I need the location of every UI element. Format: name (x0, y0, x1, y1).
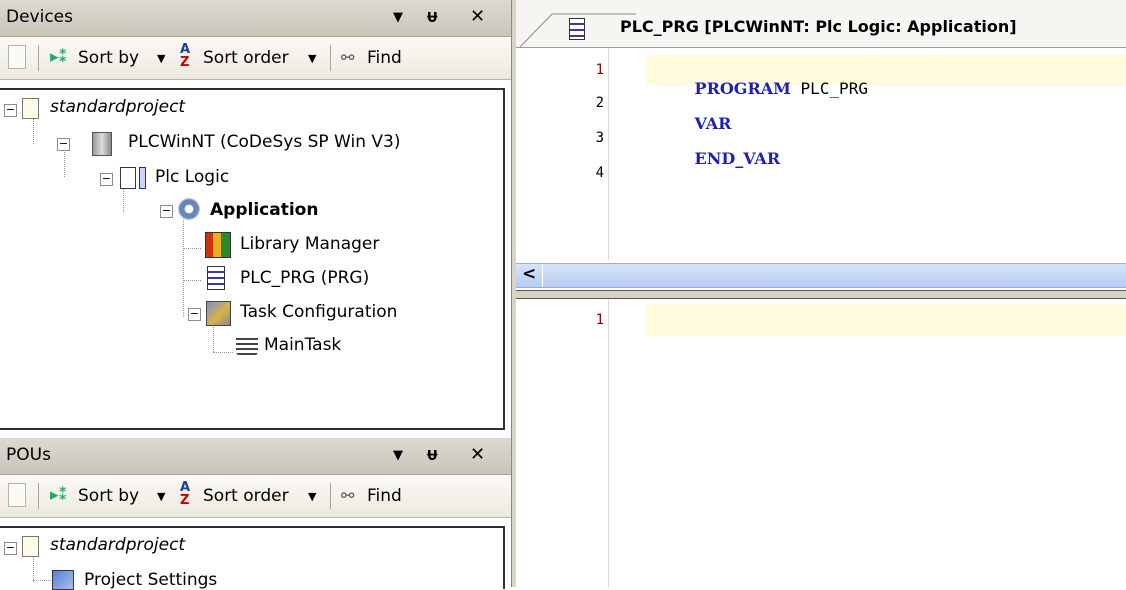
sort-icon: ▸⁑ (50, 485, 68, 505)
sort-order-dropdown-icon[interactable]: ▼ (308, 490, 316, 503)
sort-order-icon: AZ (180, 480, 191, 508)
code-body[interactable] (646, 304, 1126, 587)
line-number: 2 (595, 95, 604, 111)
new-object-icon[interactable] (8, 45, 26, 69)
close-icon[interactable]: ✕ (470, 6, 485, 27)
collapse-toggle[interactable]: − (4, 542, 17, 555)
collapse-toggle[interactable]: − (4, 104, 17, 117)
tree-line (213, 352, 233, 353)
application-gear-icon (178, 198, 200, 220)
project-icon (22, 98, 39, 119)
editor-pane: PLC_PRG [PLCWinNT: Plc Logic: Applicatio… (516, 0, 1126, 587)
tree-node-project-settings[interactable]: Project Settings (84, 570, 217, 590)
gutter-divider (608, 48, 609, 260)
tree-node-library-manager[interactable]: Library Manager (240, 234, 379, 254)
find-icon: ⚯ (341, 48, 355, 67)
keyword: END_VAR (694, 149, 781, 168)
new-object-icon[interactable] (8, 483, 26, 507)
collapse-toggle[interactable]: − (160, 205, 173, 218)
pin-icon[interactable]: ᵾ (427, 444, 437, 465)
line-number: 1 (595, 62, 604, 78)
identifier: PLC_PRG (790, 79, 868, 98)
devices-toolbar: ▸⁑ Sort by ▼ AZ Sort order ▼ ⚯ Find (0, 37, 511, 80)
find-button[interactable]: Find (367, 48, 402, 68)
sort-by-dropdown-icon[interactable]: ▼ (157, 52, 165, 65)
tree-line (183, 248, 201, 249)
horizontal-splitter[interactable] (516, 290, 1126, 299)
library-books-icon (205, 232, 231, 258)
sort-order-button[interactable]: Sort order (203, 486, 289, 506)
close-icon[interactable]: ✕ (470, 444, 485, 465)
find-button[interactable]: Find (367, 486, 402, 506)
pou-document-icon (207, 266, 225, 290)
collapse-toggle[interactable]: − (188, 308, 201, 321)
tree-line (183, 212, 184, 317)
devices-titlebar: Devices ▼ ᵾ ✕ (0, 0, 511, 37)
tree-node-application[interactable]: Application (210, 200, 318, 220)
dropdown-icon[interactable]: ▼ (393, 10, 403, 25)
tree-node-task-configuration[interactable]: Task Configuration (240, 302, 397, 322)
tree-node-maintask[interactable]: MainTask (264, 335, 341, 355)
toolbar-separator (38, 483, 39, 509)
project-icon (22, 536, 39, 557)
toolbar-separator (38, 45, 39, 71)
devices-tree: − standardproject − PLCWinNT (CoDeSys SP… (0, 88, 505, 430)
tree-line (183, 280, 201, 281)
pous-panel: POUs ▼ ᵾ ✕ ▸⁑ Sort by ▼ AZ Sort order ▼ … (0, 438, 511, 590)
tree-line (33, 580, 51, 581)
pous-title: POUs (6, 445, 51, 465)
sort-order-button[interactable]: Sort order (203, 48, 289, 68)
tree-node-device[interactable]: PLCWinNT (CoDeSys SP Win V3) (128, 132, 400, 152)
code-line[interactable]: END_VAR (656, 130, 781, 187)
horizontal-scrollbar[interactable]: < (516, 263, 1126, 288)
plc-logic-icon (120, 167, 136, 189)
pous-tree: − standardproject Project Settings (0, 526, 505, 590)
collapse-toggle[interactable]: − (100, 173, 113, 186)
task-config-icon (206, 301, 231, 326)
scroll-left-divider (542, 264, 543, 287)
dropdown-icon[interactable]: ▼ (393, 448, 403, 463)
line-number: 1 (595, 312, 604, 328)
tree-line (213, 322, 214, 352)
pous-toolbar: ▸⁑ Sort by ▼ AZ Sort order ▼ ⚯ Find (0, 475, 511, 518)
find-icon: ⚯ (341, 486, 355, 505)
sort-order-dropdown-icon[interactable]: ▼ (308, 52, 316, 65)
pous-titlebar: POUs ▼ ᵾ ✕ (0, 438, 511, 475)
line-number: 4 (595, 165, 604, 181)
pou-document-icon (569, 18, 585, 40)
device-icon (92, 132, 112, 156)
plc-logic-bar-icon (139, 167, 146, 189)
sort-icon: ▸⁑ (50, 47, 68, 67)
editor-tab-title: PLC_PRG [PLCWinNT: Plc Logic: Applicatio… (620, 17, 1017, 36)
pin-icon[interactable]: ᵾ (427, 6, 437, 27)
tree-node-standardproject[interactable]: standardproject (50, 535, 185, 555)
sort-by-button[interactable]: Sort by (78, 486, 139, 506)
devices-panel: Devices ▼ ᵾ ✕ ▸⁑ Sort by ▼ AZ Sort order… (0, 0, 511, 430)
editor-tab[interactable]: PLC_PRG [PLCWinNT: Plc Logic: Applicatio… (516, 0, 1126, 48)
project-settings-icon (52, 570, 74, 590)
task-stack-icon (236, 335, 258, 355)
sort-by-dropdown-icon[interactable]: ▼ (157, 490, 165, 503)
line-number: 3 (595, 130, 604, 146)
collapse-toggle[interactable]: − (57, 138, 70, 151)
tree-node-plc-logic[interactable]: Plc Logic (155, 167, 229, 187)
sort-by-button[interactable]: Sort by (78, 48, 139, 68)
tree-node-plc-prg[interactable]: PLC_PRG (PRG) (240, 268, 369, 288)
toolbar-separator (330, 483, 331, 509)
devices-title: Devices (6, 7, 73, 27)
scroll-left-button[interactable]: < (522, 264, 536, 284)
sort-order-icon: AZ (180, 42, 191, 70)
tree-node-standardproject[interactable]: standardproject (50, 97, 185, 117)
toolbar-separator (330, 45, 331, 71)
gutter-divider (608, 299, 609, 587)
